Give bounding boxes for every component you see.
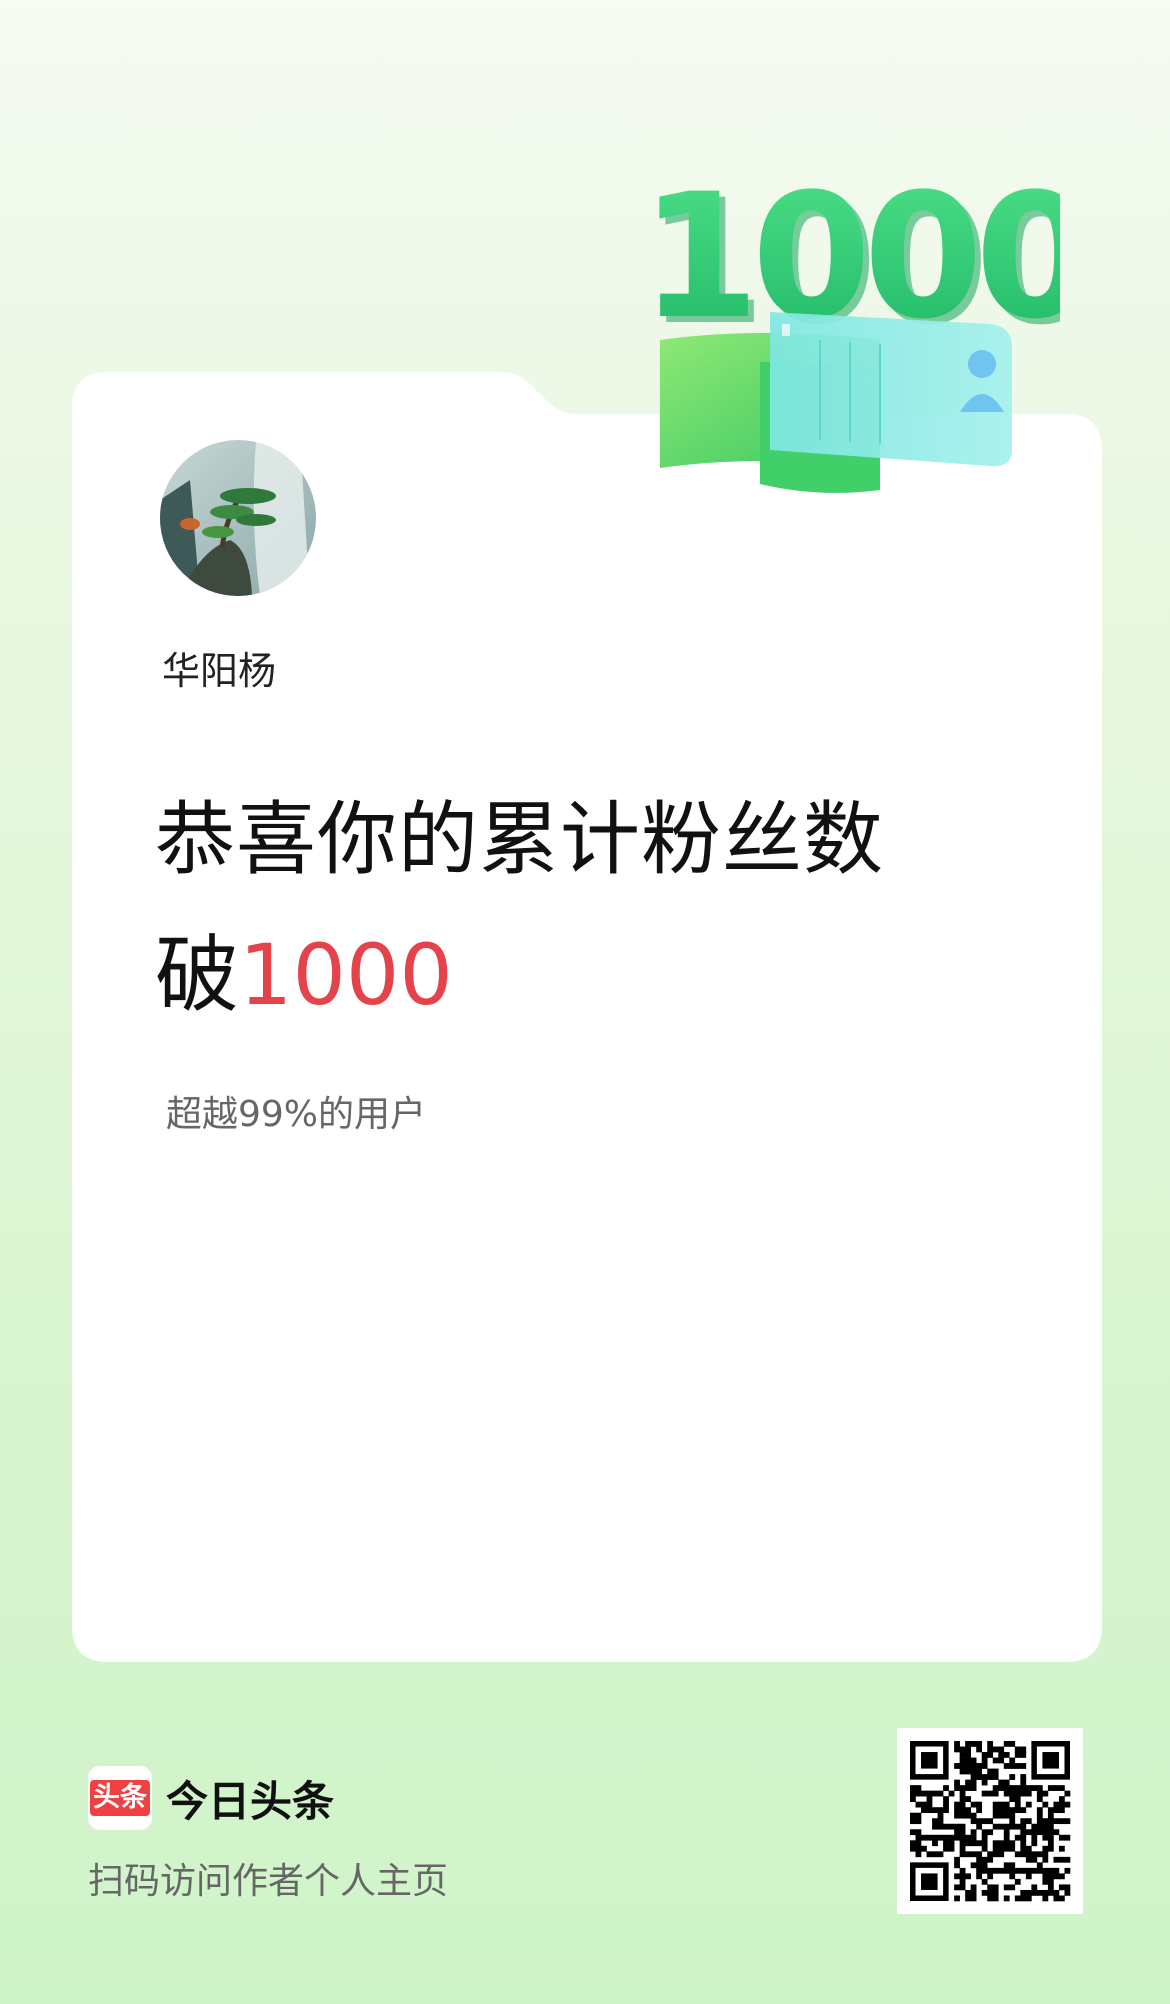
qr-code[interactable] — [897, 1728, 1083, 1914]
app-name: 今日头条 — [166, 1776, 335, 1826]
follower-count: 1000 — [239, 926, 453, 1024]
qr-code-image — [910, 1741, 1071, 1902]
trophy-1000-graphic: 1000 1000 — [640, 156, 1060, 493]
username: 华阳杨 — [162, 649, 277, 693]
logo-text: 头条 — [90, 1780, 150, 1816]
percentile-text: 超越99%的用户 — [166, 1094, 427, 1135]
avatar-image — [160, 440, 316, 596]
brand: 头条 今日头条 — [88, 1766, 334, 1830]
toutiao-logo-icon: 头条 — [88, 1766, 152, 1830]
qr-caption: 扫码访问作者个人主页 — [88, 1861, 449, 1902]
avatar[interactable] — [160, 440, 316, 596]
break-word: 破 — [155, 926, 240, 1024]
milestone-headline-line2: 破1000 — [155, 925, 453, 1025]
milestone-headline: 恭喜你的累计粉丝数 — [155, 793, 884, 886]
